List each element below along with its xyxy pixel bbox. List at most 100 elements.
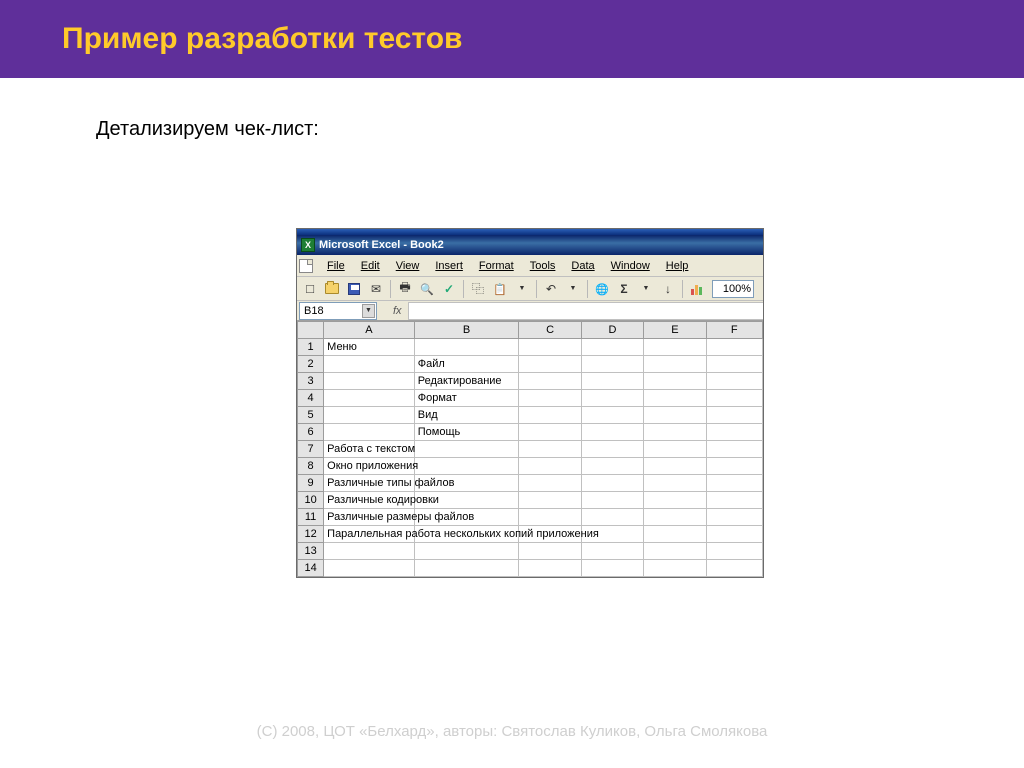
menu-format[interactable]: Format — [471, 258, 522, 274]
cell[interactable] — [519, 424, 581, 441]
cell[interactable]: Различные размеры файлов — [324, 509, 415, 526]
cell[interactable] — [644, 560, 706, 577]
cell[interactable] — [414, 441, 519, 458]
cell[interactable] — [581, 543, 643, 560]
zoom-combobox[interactable]: 100% — [712, 280, 754, 298]
cell[interactable] — [519, 373, 581, 390]
cell[interactable]: Различные типы файлов — [324, 475, 415, 492]
cell[interactable] — [519, 441, 581, 458]
cell[interactable] — [324, 407, 415, 424]
row-header[interactable]: 10 — [298, 492, 324, 509]
cell[interactable]: Параллельная работа нескольких копий при… — [324, 526, 415, 543]
cell[interactable] — [706, 407, 762, 424]
cell[interactable] — [324, 424, 415, 441]
cell[interactable] — [519, 390, 581, 407]
row-header[interactable]: 4 — [298, 390, 324, 407]
cell[interactable] — [519, 560, 581, 577]
row-header[interactable]: 3 — [298, 373, 324, 390]
cell[interactable] — [644, 407, 706, 424]
cell[interactable] — [706, 475, 762, 492]
cell[interactable] — [519, 475, 581, 492]
column-header-d[interactable]: D — [581, 322, 643, 339]
fx-label[interactable]: fx — [393, 305, 402, 317]
cell[interactable] — [519, 407, 581, 424]
cell[interactable] — [581, 390, 643, 407]
column-header-b[interactable]: B — [414, 322, 519, 339]
print-preview-button[interactable] — [417, 279, 437, 299]
cell[interactable] — [414, 458, 519, 475]
cell[interactable] — [414, 339, 519, 356]
row-header[interactable]: 14 — [298, 560, 324, 577]
cell[interactable] — [706, 526, 762, 543]
cell[interactable] — [644, 390, 706, 407]
open-button[interactable] — [322, 279, 342, 299]
cell[interactable] — [519, 458, 581, 475]
column-header-e[interactable]: E — [644, 322, 706, 339]
cell[interactable] — [706, 509, 762, 526]
document-icon[interactable] — [299, 259, 313, 273]
print-button[interactable] — [395, 279, 415, 299]
cell[interactable] — [581, 458, 643, 475]
new-button[interactable] — [300, 279, 320, 299]
undo-dropdown[interactable]: ▼ — [563, 279, 583, 299]
row-header[interactable]: 13 — [298, 543, 324, 560]
cell[interactable] — [706, 560, 762, 577]
cell[interactable] — [706, 339, 762, 356]
cell[interactable] — [706, 492, 762, 509]
copy-button[interactable] — [468, 279, 488, 299]
cell[interactable] — [644, 475, 706, 492]
menu-file[interactable]: File — [319, 258, 353, 274]
paste-button[interactable] — [490, 279, 510, 299]
cell[interactable] — [644, 356, 706, 373]
cell[interactable] — [706, 458, 762, 475]
cell[interactable] — [519, 509, 581, 526]
excel-titlebar[interactable]: X Microsoft Excel - Book2 — [297, 235, 763, 255]
menu-window[interactable]: Window — [603, 258, 658, 274]
cell[interactable] — [706, 373, 762, 390]
formula-input[interactable] — [408, 302, 763, 320]
row-header[interactable]: 11 — [298, 509, 324, 526]
name-box[interactable]: B18 ▼ — [299, 302, 377, 320]
menu-edit[interactable]: Edit — [353, 258, 388, 274]
cell[interactable]: Помощь — [414, 424, 519, 441]
cell[interactable] — [581, 492, 643, 509]
cell[interactable] — [581, 373, 643, 390]
cell[interactable] — [414, 560, 519, 577]
autosum-button[interactable] — [614, 279, 634, 299]
cell[interactable]: Формат — [414, 390, 519, 407]
cell[interactable] — [519, 339, 581, 356]
sort-button[interactable] — [658, 279, 678, 299]
cell[interactable]: Работа с текстом — [324, 441, 415, 458]
cell[interactable] — [644, 424, 706, 441]
cell[interactable] — [324, 390, 415, 407]
cell[interactable] — [581, 509, 643, 526]
row-header[interactable]: 2 — [298, 356, 324, 373]
cell[interactable] — [644, 373, 706, 390]
cell[interactable] — [519, 356, 581, 373]
chart-button[interactable] — [687, 279, 707, 299]
cell[interactable] — [644, 492, 706, 509]
cell[interactable] — [644, 339, 706, 356]
column-header-c[interactable]: C — [519, 322, 581, 339]
cell[interactable] — [324, 560, 415, 577]
save-button[interactable] — [344, 279, 364, 299]
column-header-a[interactable]: A — [324, 322, 415, 339]
menu-help[interactable]: Help — [658, 258, 697, 274]
row-header[interactable]: 12 — [298, 526, 324, 543]
cell[interactable]: Меню — [324, 339, 415, 356]
row-header[interactable]: 9 — [298, 475, 324, 492]
cell[interactable]: Различные кодировки — [324, 492, 415, 509]
row-header[interactable]: 6 — [298, 424, 324, 441]
name-box-dropdown[interactable]: ▼ — [362, 304, 375, 318]
mail-button[interactable] — [366, 279, 386, 299]
select-all-cell[interactable] — [298, 322, 324, 339]
cell[interactable] — [706, 441, 762, 458]
cell[interactable] — [414, 543, 519, 560]
cell[interactable] — [581, 339, 643, 356]
cell[interactable] — [706, 390, 762, 407]
cell[interactable] — [644, 509, 706, 526]
cell[interactable] — [581, 475, 643, 492]
cell[interactable] — [324, 356, 415, 373]
menu-tools[interactable]: Tools — [522, 258, 564, 274]
cell[interactable] — [706, 424, 762, 441]
